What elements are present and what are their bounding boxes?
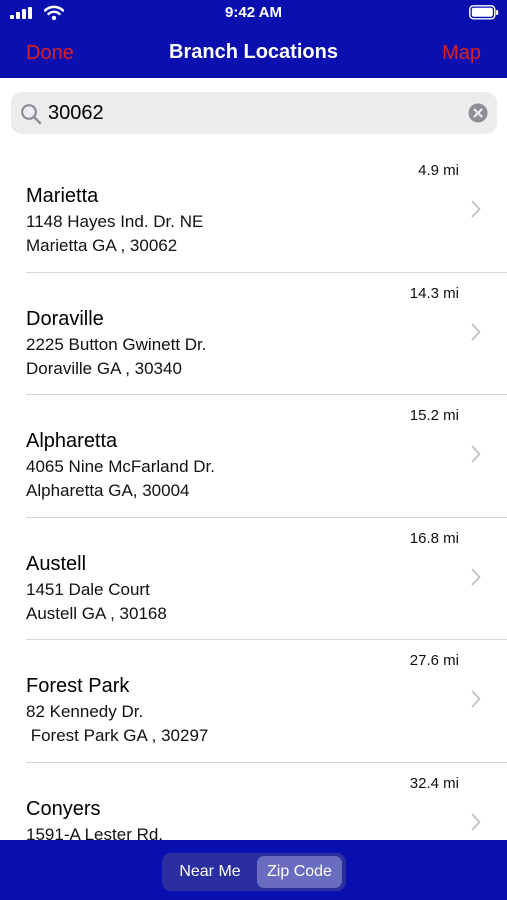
branch-address-line2: Forest Park GA , 30297 — [26, 726, 209, 745]
branch-distance: 27.6 mi — [409, 652, 459, 669]
branch-address-line1: 2225 Button Gwinett Dr. — [26, 334, 207, 354]
branch-address-line2: Marietta GA , 30062 — [26, 236, 178, 255]
battery-icon — [469, 5, 499, 20]
branch-row[interactable]: 27.6 mi Forest Park 82 Kennedy Dr. Fores… — [0, 640, 507, 763]
branch-row[interactable]: 32.4 mi Conyers 1591-A Lester Rd. — [0, 763, 507, 841]
branch-address-line2: Alpharetta GA, 30004 — [26, 481, 190, 500]
branch-name: Marietta — [26, 185, 99, 207]
branch-name: Austell — [26, 552, 87, 575]
branch-name: Doraville — [26, 307, 104, 330]
branch-address-line1: 1591-A Lester Rd. — [26, 824, 164, 841]
chevron-right-icon — [471, 200, 481, 218]
branch-name: Forest Park — [26, 675, 130, 697]
branch-address-line1: 1148 Hayes Ind. Dr. NE — [26, 212, 204, 231]
branch-address-line1: 82 Kennedy Dr. — [26, 702, 144, 721]
clear-search-icon[interactable] — [468, 103, 488, 123]
branch-row[interactable]: 16.8 mi Austell 1451 Dale Court Austell … — [0, 518, 507, 640]
branch-row[interactable]: 4.9 mi Marietta 1148 Hayes Ind. Dr. NE M… — [0, 150, 507, 273]
chevron-right-icon — [471, 445, 481, 463]
branch-distance: 16.8 mi — [409, 529, 459, 547]
branch-distance: 15.2 mi — [409, 407, 459, 424]
search-icon — [21, 104, 42, 125]
search-bar-container — [0, 78, 507, 150]
branch-address-line1: 1451 Dale Court — [26, 579, 150, 599]
search-input[interactable] — [48, 98, 448, 128]
navigation-bar: Done Branch Locations Map — [0, 30, 507, 76]
branch-distance: 4.9 mi — [418, 162, 459, 179]
segment-near-me[interactable]: Near Me — [166, 856, 254, 888]
branch-address-line2: Austell GA , 30168 — [26, 603, 167, 623]
segment-zip-code[interactable]: Zip Code — [257, 856, 342, 888]
chevron-right-icon — [471, 690, 481, 708]
branch-name: Alpharetta — [26, 430, 118, 452]
branch-address-line1: 4065 Nine McFarland Dr. — [26, 457, 215, 476]
branch-list: 4.9 mi Marietta 1148 Hayes Ind. Dr. NE M… — [0, 150, 507, 840]
chevron-right-icon — [471, 813, 481, 830]
branch-distance: 32.4 mi — [409, 774, 459, 792]
branch-distance: 14.3 mi — [409, 284, 459, 302]
page-title: Branch Locations — [169, 41, 338, 63]
status-time: 9:42 AM — [225, 4, 282, 21]
branch-address-line2: Doraville GA , 30340 — [26, 358, 182, 378]
bottom-toolbar: Near Me Zip Code — [0, 840, 507, 900]
branch-row[interactable]: 14.3 mi Doraville 2225 Button Gwinett Dr… — [0, 273, 507, 395]
chevron-right-icon — [471, 323, 481, 340]
branch-row[interactable]: 15.2 mi Alpharetta 4065 Nine McFarland D… — [0, 395, 507, 518]
map-button[interactable]: Map — [442, 42, 481, 65]
search-bar — [11, 92, 497, 134]
top-bar: 9:42 AM Done Branch Locations Map — [0, 0, 507, 78]
chevron-right-icon — [471, 568, 481, 585]
status-bar: 9:42 AM — [0, 0, 507, 28]
branch-name: Conyers — [26, 797, 101, 820]
location-mode-segmented-control: Near Me Zip Code — [162, 853, 346, 891]
